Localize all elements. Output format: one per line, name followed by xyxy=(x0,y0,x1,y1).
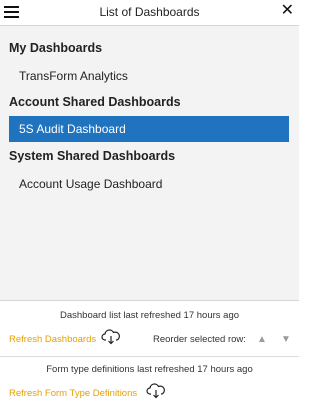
dashboard-list: My Dashboards TransForm Analytics Accoun… xyxy=(0,26,299,300)
footer-divider xyxy=(0,356,299,357)
refresh-form-types-link[interactable]: Refresh Form Type Definitions xyxy=(9,388,137,399)
close-icon[interactable]: ✕ xyxy=(281,1,294,21)
dashboard-item-account-usage[interactable]: Account Usage Dashboard xyxy=(9,171,289,197)
refresh-dashboards-link[interactable]: Refresh Dashboards xyxy=(9,334,96,345)
cloud-download-icon[interactable] xyxy=(146,383,166,399)
section-system-shared-title: System Shared Dashboards xyxy=(9,149,176,163)
panel-header: List of Dashboards ✕ xyxy=(0,0,299,26)
move-row-down-icon[interactable]: ▼ xyxy=(281,334,291,346)
dashboard-item-label: 5S Audit Dashboard xyxy=(19,122,126,136)
move-row-up-icon[interactable]: ▲ xyxy=(257,334,267,346)
cloud-download-icon[interactable] xyxy=(101,329,121,345)
page-title: List of Dashboards xyxy=(99,5,200,19)
form-types-refresh-note: Form type definitions last refreshed 17 … xyxy=(46,364,253,375)
dashboards-refresh-note: Dashboard list last refreshed 17 hours a… xyxy=(59,310,240,321)
panel-footer: Dashboard list last refreshed 17 hours a… xyxy=(0,300,299,406)
dashboard-item-label: Account Usage Dashboard xyxy=(19,177,163,191)
section-account-shared-title: Account Shared Dashboards xyxy=(9,95,181,109)
dashboard-item-5s-audit[interactable]: 5S Audit Dashboard xyxy=(9,116,289,142)
section-my-dashboards-title: My Dashboards xyxy=(9,41,103,55)
dashboard-item-label: TransForm Analytics xyxy=(19,69,128,83)
dashboard-item-transform-analytics[interactable]: TransForm Analytics xyxy=(9,63,289,89)
reorder-label: Reorder selected row: xyxy=(153,334,246,345)
dashboards-panel: List of Dashboards ✕ My Dashboards Trans… xyxy=(0,0,299,406)
